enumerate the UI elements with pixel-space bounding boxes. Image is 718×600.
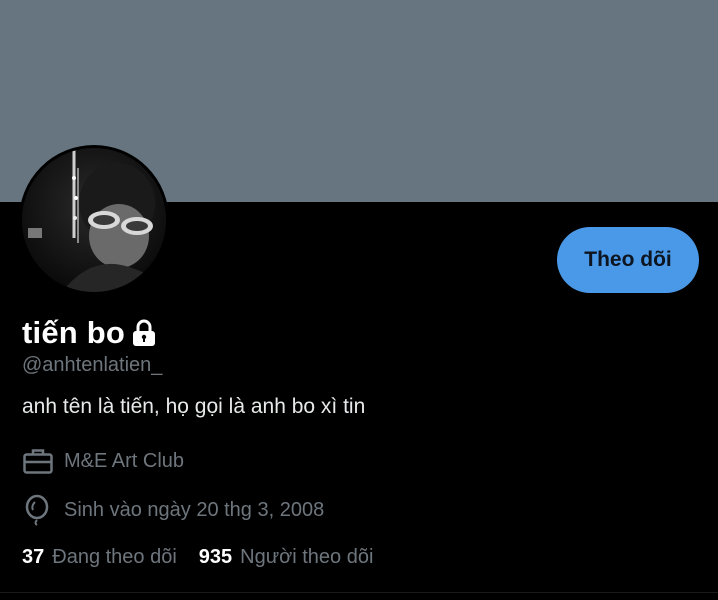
avatar[interactable]	[19, 145, 169, 295]
birthday-text: Sinh vào ngày 20 thg 3, 2008	[64, 498, 325, 521]
balloon-icon	[22, 494, 56, 526]
divider	[0, 592, 718, 593]
bio: anh tên là tiến, họ gọi là anh bo xì tin	[22, 395, 366, 418]
work-text: M&E Art Club	[64, 449, 185, 472]
following-label: Đang theo dõi	[52, 546, 177, 568]
display-name: tiến bo	[22, 315, 125, 350]
follow-button[interactable]: Theo dõi	[557, 227, 699, 293]
followers-count: 935	[198, 546, 233, 568]
briefcase-icon	[22, 445, 56, 477]
work-info: M&E Art Club	[22, 445, 184, 477]
birthday-info: Sinh vào ngày 20 thg 3, 2008	[22, 494, 324, 526]
followers-link[interactable]: 935 Người theo dõi	[199, 546, 374, 569]
handle: @anhtenlatien_	[22, 354, 163, 376]
lock-icon	[129, 319, 159, 347]
follow-stats: 37 Đang theo dõi 935 Người theo dõi	[22, 546, 373, 569]
display-name-row: tiến bo	[22, 313, 159, 353]
following-link[interactable]: 37 Đang theo dõi	[22, 546, 177, 569]
following-count: 37	[22, 546, 45, 568]
followers-label: Người theo dõi	[240, 546, 374, 568]
